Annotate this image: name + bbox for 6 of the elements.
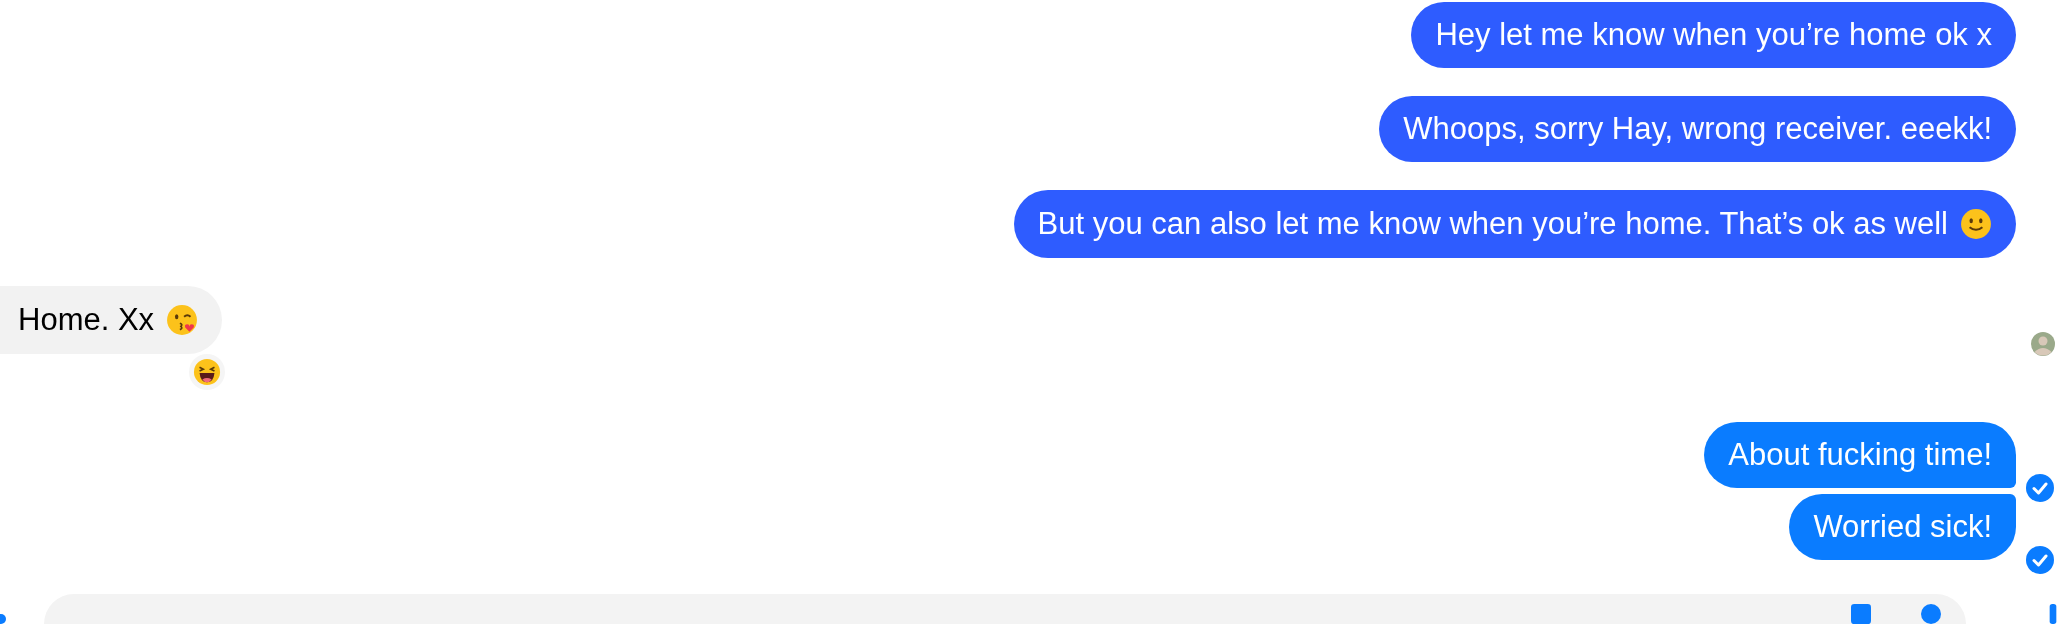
message-text: Worried sick!	[1813, 512, 1992, 542]
message-text: Hey let me know when you’re home ok x	[1435, 20, 1992, 50]
message-text: Home. Xx	[18, 305, 155, 335]
message-text: Whoops, sorry Hay, wrong receiver. eeekk!	[1403, 114, 1992, 144]
message-text: About fucking time!	[1728, 440, 1992, 470]
message-text: But you can also let me know when you’re home. That’s ok as well	[1037, 209, 1948, 239]
